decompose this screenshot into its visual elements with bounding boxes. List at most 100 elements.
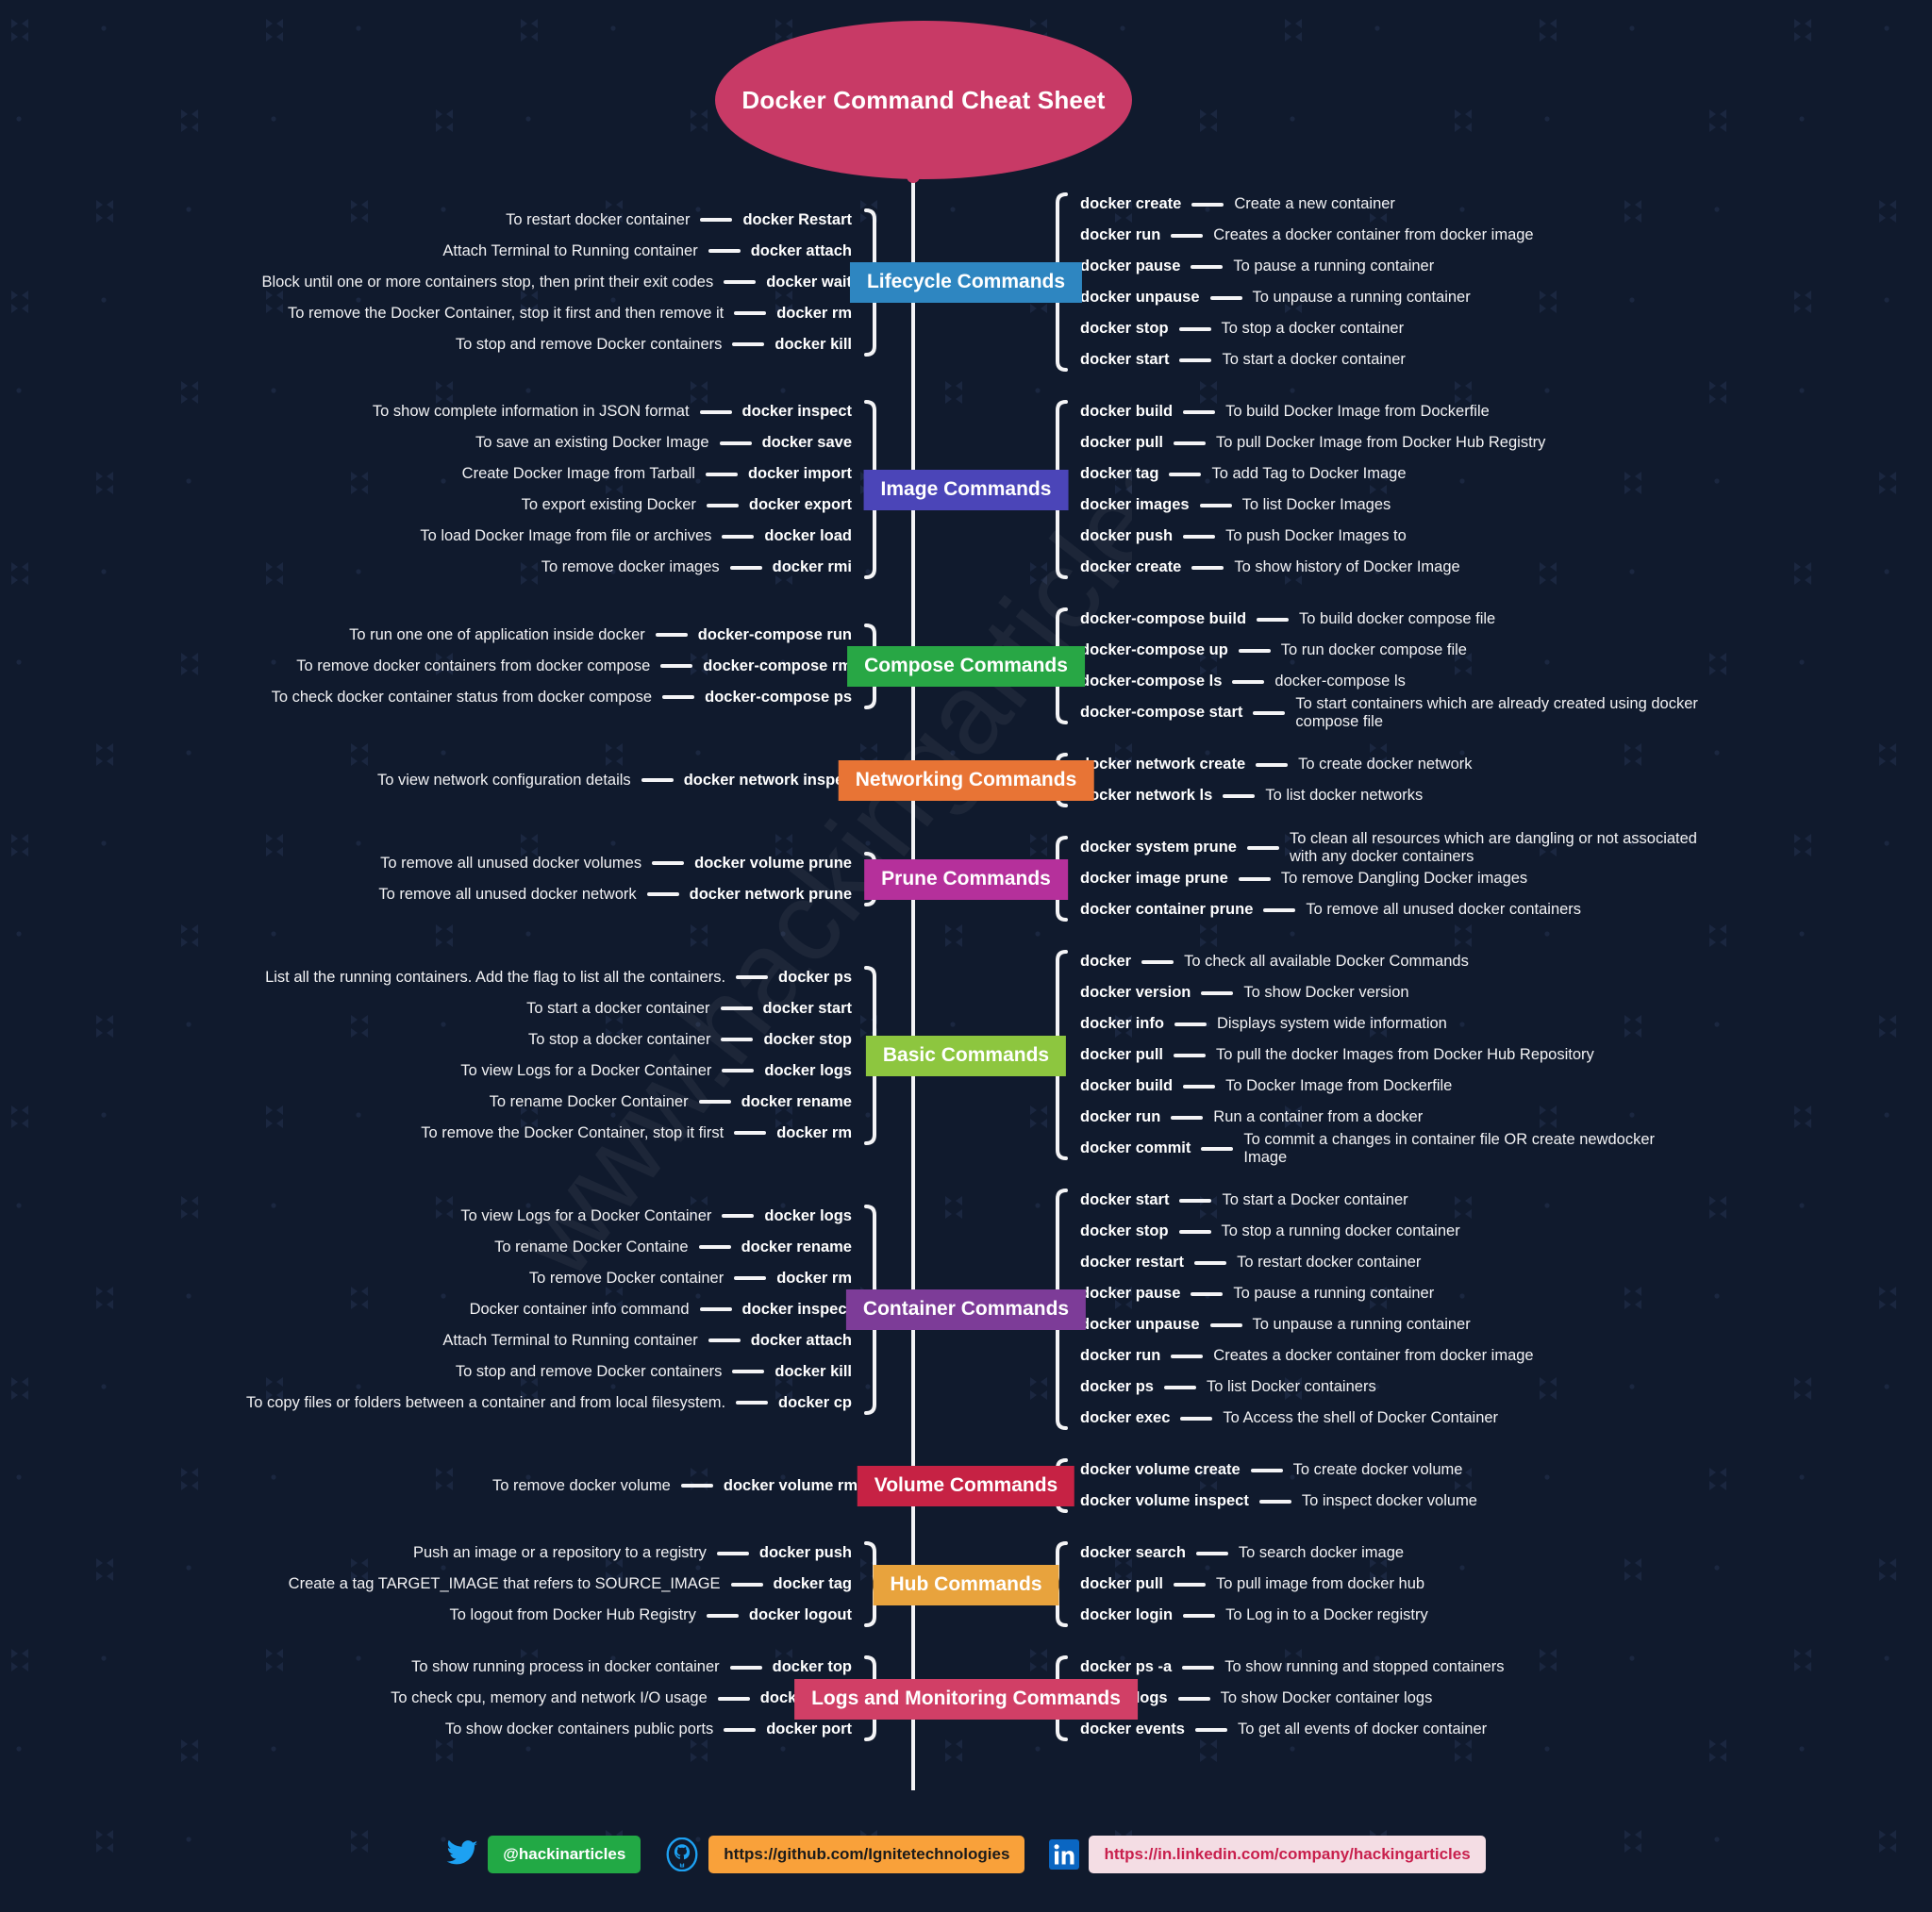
github-icon[interactable] <box>665 1837 699 1871</box>
leaf-item[interactable]: docker build To build Docker Image from D… <box>1080 396 1490 427</box>
leaf-item[interactable]: docker volume create To create docker vol… <box>1080 1455 1462 1486</box>
leaf-item[interactable]: docker pull To pull Docker Image from Doc… <box>1080 427 1545 458</box>
leaf-item[interactable]: docker tag To add Tag to Docker Image <box>1080 458 1407 490</box>
leaf-item[interactable]: docker stop To stop a running docker cont… <box>1080 1216 1460 1247</box>
leaf-item[interactable]: docker create Create a new container <box>1080 189 1395 220</box>
leaf-item[interactable]: docker-compose build To build docker comp… <box>1080 604 1495 635</box>
branch-label-container[interactable]: Container Commands <box>845 1289 1087 1330</box>
leaf-item[interactable]: To stop and remove Docker containers dock… <box>456 1356 852 1388</box>
leaf-item[interactable]: docker run Creates a docker container fro… <box>1080 1340 1534 1372</box>
leaf-item[interactable]: To show docker containers public ports do… <box>445 1714 852 1745</box>
social-label[interactable]: @hackinarticles <box>488 1836 641 1873</box>
leaf-item[interactable]: To remove the Docker Container, stop it … <box>421 1118 852 1149</box>
leaf-item[interactable]: docker container prune To remove all unus… <box>1080 894 1581 925</box>
leaf-item[interactable]: To stop a docker container docker stop <box>528 1024 852 1056</box>
leaf-item[interactable]: To check docker container status from do… <box>272 682 852 713</box>
leaf-item[interactable]: docker network ls To list docker networks <box>1080 780 1423 811</box>
leaf-item[interactable]: Attach Terminal to Running container dock… <box>442 236 852 267</box>
leaf-item[interactable]: To show running process in docker contai… <box>411 1652 852 1683</box>
leaf-item[interactable]: docker To check all available Docker Comm… <box>1080 946 1469 977</box>
leaf-item[interactable]: docker start To start a Docker container <box>1080 1185 1408 1216</box>
leaf-item[interactable]: Push an image or a repository to a regis… <box>413 1538 852 1569</box>
leaf-item[interactable]: To check cpu, memory and network I/O usa… <box>391 1683 852 1714</box>
leaf-item[interactable]: docker pull To pull image from docker hub <box>1080 1569 1424 1600</box>
leaf-item[interactable]: docker search To search docker image <box>1080 1538 1404 1569</box>
branch-label-lifecycle[interactable]: Lifecycle Commands <box>849 262 1083 303</box>
leaf-item[interactable]: docker info Displays system wide informat… <box>1080 1008 1447 1039</box>
leaf-item[interactable]: List all the running containers. Add the… <box>265 962 852 993</box>
leaf-item[interactable]: Create a tag TARGET_IMAGE that refers to… <box>289 1569 852 1600</box>
leaf-item[interactable]: To rename Docker Containe docker rename <box>494 1232 852 1263</box>
leaf-item[interactable]: docker network create To create docker ne… <box>1080 749 1473 780</box>
branch-label-compose[interactable]: Compose Commands <box>847 646 1085 687</box>
branch-label-image[interactable]: Image Commands <box>863 470 1069 510</box>
branch-label-hub[interactable]: Hub Commands <box>873 1564 1059 1605</box>
leaf-item[interactable]: docker run Run a container from a docker <box>1080 1102 1423 1133</box>
leaf-item[interactable]: docker ps -a To show running and stopped … <box>1080 1652 1505 1683</box>
leaf-item[interactable]: To view Logs for a Docker Container docke… <box>460 1056 852 1087</box>
leaf-item[interactable]: docker system prune To clean all resource… <box>1080 830 1724 865</box>
branch-label-volume[interactable]: Volume Commands <box>857 1466 1075 1506</box>
leaf-item[interactable]: docker commit To commit a changes in cont… <box>1080 1131 1677 1166</box>
leaf-item[interactable]: To copy files or folders between a conta… <box>246 1388 852 1419</box>
leaf-item[interactable]: To run one one of application inside doc… <box>349 620 852 651</box>
leaf-item[interactable]: To save an existing Docker Image docker s… <box>475 427 852 458</box>
leaf-item[interactable]: To remove docker containers from docker … <box>296 651 852 682</box>
leaf-item[interactable]: docker unpause To unpause a running conta… <box>1080 1309 1471 1340</box>
leaf-item[interactable]: docker version To show Docker version <box>1080 977 1409 1008</box>
leaf-item[interactable]: docker login To Log in to a Docker regist… <box>1080 1600 1428 1631</box>
leaf-item[interactable]: docker ps To list Docker containers <box>1080 1372 1376 1403</box>
social-label[interactable]: https://in.linkedin.com/company/hackinga… <box>1089 1836 1486 1873</box>
social-label[interactable]: https://github.com/Ignitetechnologies <box>708 1836 1025 1873</box>
leaf-item[interactable]: docker volume inspect To inspect docker v… <box>1080 1486 1477 1517</box>
leaf-item[interactable]: To view network configuration details doc… <box>377 765 858 796</box>
branch-label-prune[interactable]: Prune Commands <box>864 858 1068 900</box>
social-link-linkedin[interactable]: https://in.linkedin.com/company/hackinga… <box>1049 1836 1486 1873</box>
leaf-item[interactable]: docker-compose start To start containers … <box>1080 695 1729 730</box>
leaf-item[interactable]: To logout from Docker Hub Registry docker… <box>450 1600 852 1631</box>
social-link-github[interactable]: https://github.com/Ignitetechnologies <box>665 1836 1025 1873</box>
leaf-item[interactable]: To remove Docker container docker rm <box>529 1263 852 1294</box>
leaf-item[interactable]: Attach Terminal to Running container dock… <box>442 1325 852 1356</box>
leaf-item[interactable]: To remove docker images docker rmi <box>541 552 852 583</box>
leaf-item[interactable]: docker pull To pull the docker Images fro… <box>1080 1039 1594 1071</box>
leaf-item[interactable]: docker create To show history of Docker I… <box>1080 552 1460 583</box>
leaf-item[interactable]: To show complete information in JSON for… <box>373 396 852 427</box>
branch-label-logs[interactable]: Logs and Monitoring Commands <box>794 1678 1138 1720</box>
leaf-item[interactable]: docker restart To restart docker containe… <box>1080 1247 1421 1278</box>
branch-label-basic[interactable]: Basic Commands <box>865 1035 1067 1076</box>
leaf-item[interactable]: docker images To list Docker Images <box>1080 490 1391 521</box>
leaf-item[interactable]: docker-compose ls docker-compose ls <box>1080 666 1406 697</box>
leaf-item[interactable]: docker-compose up To run docker compose f… <box>1080 635 1467 666</box>
leaf-item[interactable]: docker events To get all events of docker… <box>1080 1714 1487 1745</box>
leaf-item[interactable]: To stop and remove Docker containers dock… <box>456 329 852 360</box>
leaf-item[interactable]: Docker container info command docker insp… <box>470 1294 852 1325</box>
leaf-item[interactable]: Block until one or more containers stop,… <box>261 267 852 298</box>
social-link-twitter[interactable]: @hackinarticles <box>446 1836 641 1873</box>
leaf-item[interactable]: docker start To start a docker container <box>1080 344 1406 375</box>
twitter-icon[interactable] <box>446 1840 478 1869</box>
leaf-item[interactable]: To load Docker Image from file or archiv… <box>420 521 852 552</box>
leaf-item[interactable]: docker build To Docker Image from Dockerf… <box>1080 1071 1452 1102</box>
linkedin-icon[interactable] <box>1049 1839 1080 1870</box>
branch-label-networking[interactable]: Networking Commands <box>838 760 1094 801</box>
leaf-item[interactable]: docker exec To Access the shell of Docker… <box>1080 1403 1498 1434</box>
leaf-item[interactable]: To view Logs for a Docker Container docke… <box>460 1201 852 1232</box>
leaf-item[interactable]: To remove docker volume docker volume rm <box>492 1471 858 1502</box>
leaf-command: docker rm <box>776 304 852 322</box>
leaf-item[interactable]: To remove all unused docker network docke… <box>378 879 852 910</box>
leaf-item[interactable]: To export existing Docker docker export <box>522 490 852 521</box>
leaf-item[interactable]: docker pause To pause a running container <box>1080 1278 1434 1309</box>
leaf-item[interactable]: To restart docker container docker Restar… <box>506 205 852 236</box>
leaf-item[interactable]: To start a docker container docker start <box>526 993 852 1024</box>
leaf-item[interactable]: docker unpause To unpause a running conta… <box>1080 282 1471 313</box>
leaf-item[interactable]: docker stop To stop a docker container <box>1080 313 1404 344</box>
leaf-item[interactable]: docker pause To pause a running container <box>1080 251 1434 282</box>
leaf-item[interactable]: To remove the Docker Container, stop it … <box>288 298 852 329</box>
leaf-item[interactable]: docker image prune To remove Dangling Doc… <box>1080 863 1527 894</box>
leaf-item[interactable]: docker run Creates a docker container fro… <box>1080 220 1534 251</box>
leaf-item[interactable]: To rename Docker Container docker rename <box>490 1087 852 1118</box>
leaf-item[interactable]: To remove all unused docker volumes docke… <box>380 848 852 879</box>
leaf-item[interactable]: docker push To push Docker Images to <box>1080 521 1407 552</box>
leaf-item[interactable]: Create Docker Image from Tarball docker i… <box>462 458 852 490</box>
